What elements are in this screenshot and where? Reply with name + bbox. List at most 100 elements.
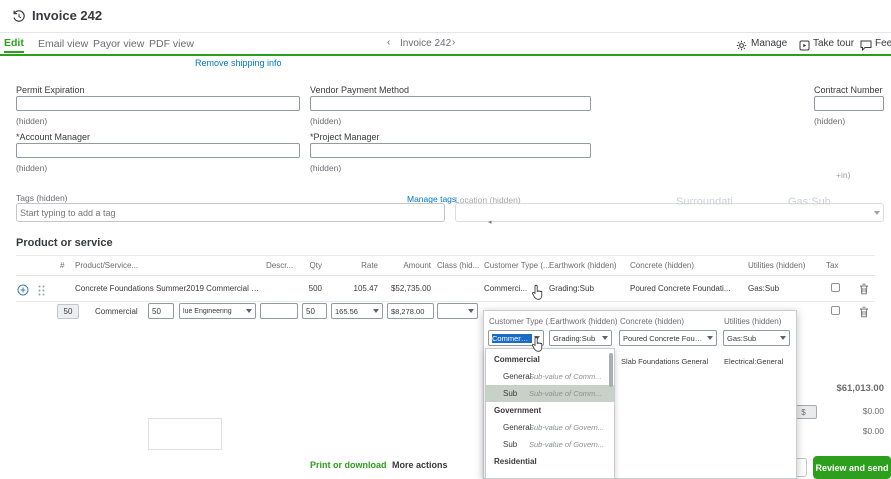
location-select[interactable] — [455, 203, 884, 222]
concrete-option-text: Slab Foundations General — [621, 357, 709, 366]
tags-label: Tags (hidden) — [16, 193, 68, 203]
table-header-border — [16, 275, 875, 276]
col-header-earthwork: Earthwork (hidden) — [549, 261, 617, 270]
chevron-down-icon — [534, 336, 540, 340]
ghost-rectangle — [148, 418, 222, 450]
pager-prev-arrow[interactable]: ‹ — [387, 37, 390, 48]
row1-tax-checkbox[interactable] — [831, 283, 840, 292]
accent-divider — [0, 54, 891, 56]
history-icon[interactable] — [12, 9, 26, 28]
ghost-text-paren: +in) — [836, 170, 851, 180]
concrete-select-value: Poured Concrete Foundati... — [623, 333, 705, 343]
discount-amount-value: $0.00 — [862, 406, 884, 416]
vendor-payment-label: Vendor Payment Method — [310, 85, 410, 95]
active-tab-underline — [4, 51, 24, 53]
permit-expiration-hint: (hidden) — [16, 116, 48, 126]
earthwork-select-value: Grading:Sub — [553, 333, 596, 343]
row2-vendor-value: lue Engineering — [183, 307, 232, 315]
col-header-num: # — [60, 261, 65, 270]
review-and-send-button[interactable]: Review and send — [813, 456, 891, 479]
chevron-down-icon — [468, 309, 474, 313]
print-or-download-button[interactable]: Print or download — [310, 460, 387, 470]
row2-rate-value: 165.56 — [335, 306, 358, 316]
col-header-amount: Amount — [403, 261, 431, 270]
line-detail-popup: Customer Type (... Earthwork (hidden) Co… — [483, 310, 797, 479]
customer-type-select[interactable]: Commercial:S — [488, 330, 544, 346]
tab-edit[interactable]: Edit — [4, 37, 24, 49]
dropdown-option[interactable]: General Sub-value of Comm... — [486, 368, 614, 385]
row2-qty2-input[interactable] — [302, 303, 327, 319]
page-title: Invoice 242 — [32, 8, 103, 23]
manage-button[interactable]: Manage — [751, 38, 787, 49]
row1-qty-cell[interactable]: 500 — [300, 284, 322, 293]
dropdown-scrollbar[interactable] — [609, 353, 613, 387]
hscroll-left-arrow[interactable]: ◂ — [488, 218, 492, 226]
take-tour-button[interactable]: Take tour — [813, 38, 854, 49]
popup-col-earthwork: Earthwork (hidden) — [550, 317, 618, 326]
concrete-select[interactable]: Poured Concrete Foundati... — [619, 330, 717, 346]
row2-amount-input[interactable] — [387, 303, 434, 319]
row2-product-cell[interactable]: Commercial — [95, 307, 138, 316]
contract-number-hint: (hidden) — [814, 116, 846, 126]
pager-next-arrow[interactable]: › — [452, 37, 455, 48]
vendor-payment-hint: (hidden) — [310, 116, 342, 126]
dropdown-option[interactable]: Sub Sub-value of Govern... — [486, 436, 614, 453]
row2-vendor-select[interactable]: lue Engineering — [179, 303, 256, 319]
row1-amount-cell[interactable]: $52,735.00 — [383, 284, 431, 293]
tab-pdf-view[interactable]: PDF view — [149, 38, 194, 50]
tags-input[interactable] — [16, 203, 445, 222]
row2-qty-input[interactable] — [148, 303, 174, 319]
row1-customer-type-cell[interactable]: Commerci... — [484, 284, 542, 293]
col-header-concrete: Concrete (hidden) — [630, 261, 695, 270]
permit-expiration-label: Permit Expiration — [16, 85, 85, 95]
row2-desc-input[interactable] — [260, 303, 298, 319]
top-bar: Invoice 242 — [0, 0, 891, 33]
table-top-border — [16, 255, 875, 256]
row1-utilities-cell[interactable]: Gas:Sub — [748, 284, 779, 293]
col-header-desc: Descr... — [266, 261, 294, 270]
customer-type-dropdown: Commercial General Sub-value of Comm... … — [485, 348, 615, 479]
account-manager-field[interactable] — [16, 143, 300, 158]
row2-class-select[interactable] — [437, 303, 478, 319]
dropdown-option-selected[interactable]: Sub Sub-value of Comm... — [486, 385, 614, 402]
row1-rate-cell[interactable]: 105.47 — [338, 284, 378, 293]
row1-earthwork-cell[interactable]: Grading:Sub — [549, 284, 594, 293]
vendor-payment-field[interactable] — [310, 96, 591, 111]
tab-email-view[interactable]: Email view — [38, 38, 88, 50]
dropdown-group-commercial: Commercial — [494, 355, 540, 364]
utilities-select-value: Gas:Sub — [727, 333, 757, 343]
drag-handle-icon[interactable] — [38, 283, 45, 301]
project-manager-hint: (hidden) — [310, 163, 342, 173]
project-manager-label: *Project Manager — [310, 132, 380, 142]
dropdown-group-residential: Residential — [494, 457, 537, 466]
utilities-select[interactable]: Gas:Sub — [723, 330, 790, 346]
tab-payor-view[interactable]: Payor view — [93, 38, 144, 50]
row1-product-cell[interactable]: Concrete Foundations Summer2019 Commerci… — [75, 284, 260, 293]
col-header-customer-type: Customer Type (... — [484, 261, 550, 270]
expand-row-icon[interactable] — [17, 283, 29, 301]
col-header-rate: Rate — [361, 261, 378, 270]
trash-icon[interactable] — [859, 305, 869, 323]
contract-number-field[interactable] — [814, 96, 884, 111]
invoice-editor-page: Invoice 242 Edit Email view Payor view P… — [0, 0, 891, 479]
popup-col-customer-type: Customer Type (... — [489, 317, 555, 326]
more-actions-button[interactable]: More actions — [392, 460, 448, 470]
earthwork-select[interactable]: Grading:Sub — [549, 330, 612, 346]
row2-rate-select[interactable]: 165.56 — [331, 303, 383, 319]
chevron-down-icon — [780, 336, 786, 340]
account-manager-hint: (hidden) — [16, 163, 48, 173]
utilities-option-text: Electrical:General — [724, 357, 784, 366]
feedback-button[interactable]: Feed — [875, 38, 891, 49]
chevron-down-icon — [373, 309, 379, 313]
product-section-title: Product or service — [16, 237, 113, 249]
permit-expiration-field[interactable] — [16, 96, 300, 111]
project-manager-field[interactable] — [310, 143, 591, 158]
row2-tax-checkbox[interactable] — [831, 306, 840, 315]
remove-shipping-link[interactable]: Remove shipping info — [195, 58, 282, 68]
row1-concrete-cell[interactable]: Poured Concrete Foundati... — [630, 284, 742, 293]
trash-icon[interactable] — [859, 282, 869, 300]
col-header-product: Product/Service... — [75, 261, 139, 270]
dropdown-option[interactable]: General Sub-value of Govern... — [486, 419, 614, 436]
dropdown-group-government: Government — [494, 406, 542, 415]
pager-title: Invoice 242 — [400, 38, 452, 49]
